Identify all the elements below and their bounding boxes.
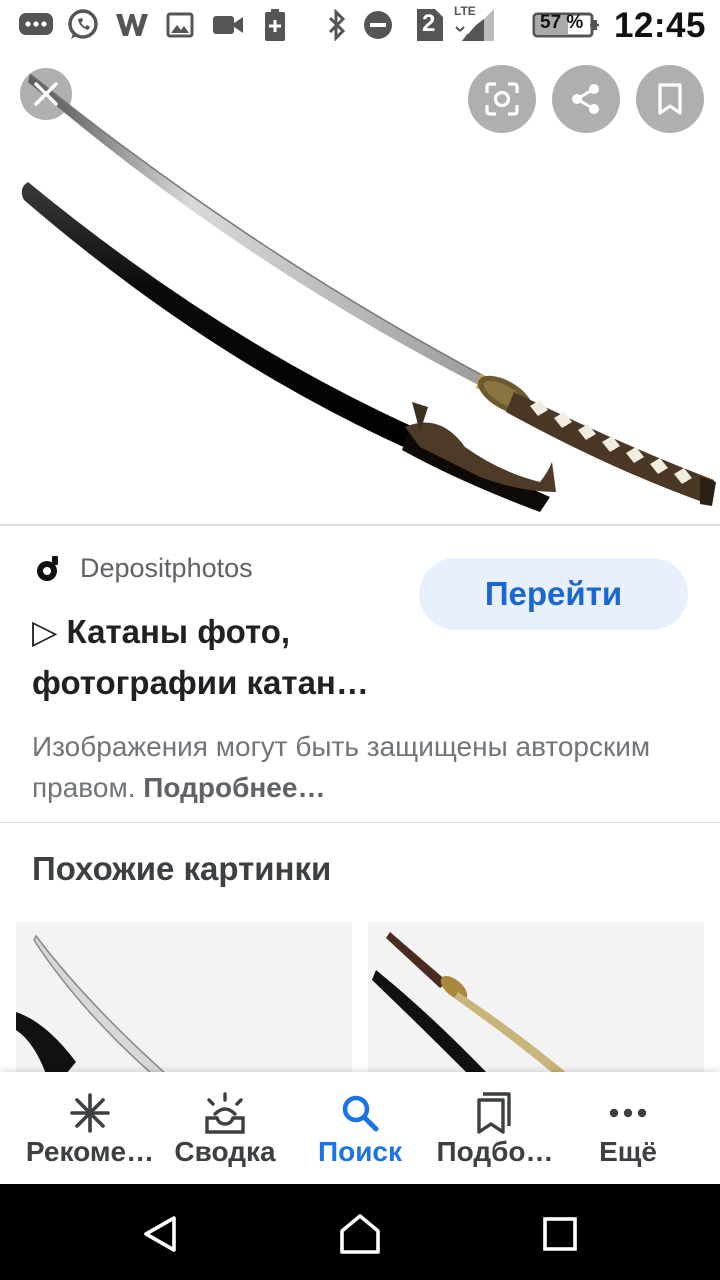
battery-icon: 57 % [532,8,600,42]
nav-label: Ещё [599,1136,657,1167]
w-app-icon [114,8,150,42]
image-icon [166,8,194,42]
similar-thumbnail-1[interactable] [16,922,352,1074]
copyright-notice: Изображения могут быть защищены авторски… [32,726,682,808]
nav-item-summary[interactable]: Сводка [155,1072,295,1184]
nav-item-more[interactable]: Ещё [558,1072,698,1184]
signal-icon: LTE [454,4,496,42]
close-button[interactable] [20,68,72,120]
source-name[interactable]: Depositphotos [80,553,253,584]
share-icon [572,84,599,114]
bottom-navigation: Рекоме… Сводка Поиск Подбо… Ещё [0,1072,720,1184]
lens-button[interactable] [468,65,536,133]
battery-percent: 57 % [540,12,584,33]
more-dots-icon [608,1092,648,1134]
divider [0,524,720,526]
result-title[interactable]: ▷ Катаны фото, фотографии катан… [32,606,412,708]
clock: 12:45 [613,6,706,45]
source-row[interactable]: Depositphotos [36,553,253,584]
system-navigation-bar [0,1184,720,1280]
nav-label: Рекоме… [25,1136,155,1167]
chat-icon [18,8,54,42]
recents-button[interactable] [538,1212,582,1256]
battery-saver-icon [264,8,286,42]
bookmark-icon [658,83,682,115]
sim-slot-number: 2 [422,10,436,37]
back-icon [144,1216,176,1252]
home-button[interactable] [338,1212,382,1256]
result-title-line-1[interactable]: ▷ Катаны фото, [32,606,412,657]
search-icon [340,1092,380,1134]
nav-label: Подбо… [436,1136,554,1167]
more-link[interactable]: Подробнее… [143,772,325,803]
home-icon [340,1214,380,1254]
asterisk-icon [70,1092,110,1134]
status-bar: 2 LTE 57 % 12:45 [0,0,720,52]
katana-thumbnail-image [368,922,704,1074]
katana-image [21,73,716,512]
bluetooth-icon [326,8,348,42]
similar-thumbnail-2[interactable] [368,922,704,1074]
nav-item-recommendations[interactable]: Рекоме… [20,1072,160,1184]
nav-item-collections[interactable]: Подбо… [425,1072,565,1184]
nav-label: Сводка [174,1136,276,1167]
lens-icon [485,82,519,116]
divider [0,822,720,823]
katana-thumbnail-image [16,922,352,1074]
network-type: LTE [454,4,476,18]
close-icon [34,82,58,106]
goto-button[interactable]: Перейти [419,558,688,630]
similar-images-title: Похожие картинки [32,850,332,887]
nav-item-search[interactable]: Поиск [290,1072,430,1184]
share-button[interactable] [552,65,620,133]
nav-label: Поиск [317,1136,403,1167]
result-title-line-2[interactable]: фотографии катан… [32,657,412,708]
image-viewer[interactable] [0,52,720,524]
sunrise-inbox-icon [203,1092,247,1134]
whatsapp-icon [66,8,100,42]
back-button[interactable] [138,1212,182,1256]
bookmark-button[interactable] [636,65,704,133]
recents-icon [543,1217,577,1251]
collections-icon [475,1092,515,1134]
sim-icon: 2 [414,8,444,42]
depositphotos-logo-icon [37,555,58,581]
dnd-icon [362,8,394,42]
copyright-text: Изображения могут быть защищены авторски… [32,731,651,803]
video-icon [212,8,244,42]
